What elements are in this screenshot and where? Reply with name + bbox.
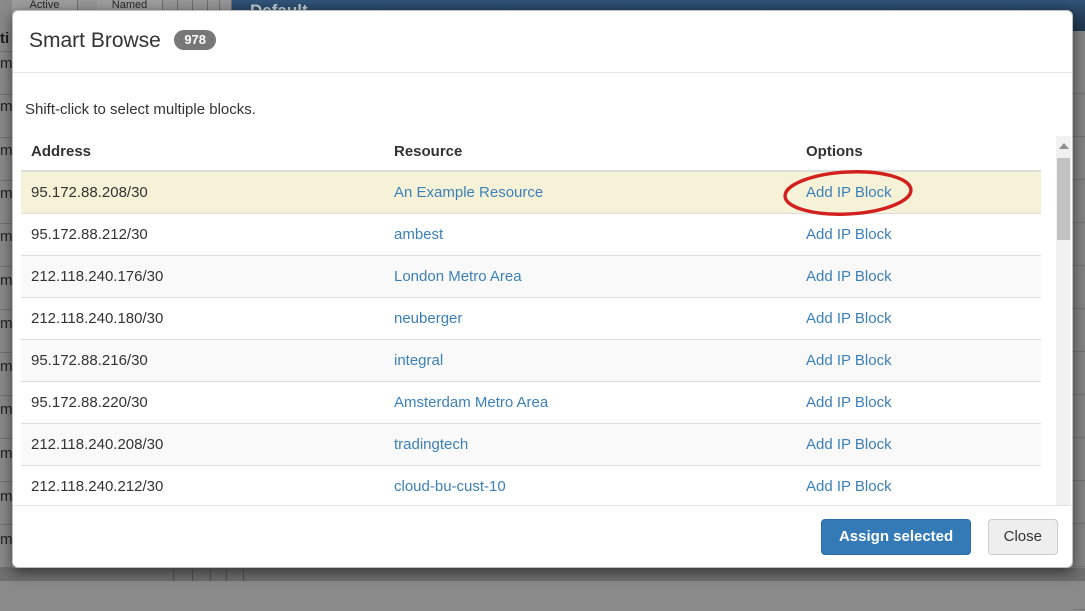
- resource-cell: integral: [384, 340, 796, 382]
- address-value: 95.172.88.212/30: [31, 226, 148, 243]
- address-value: 95.172.88.216/30: [31, 352, 148, 369]
- resource-link[interactable]: tradingtech: [394, 436, 468, 453]
- background-right-edge: [1073, 31, 1085, 581]
- address-cell: 95.172.88.212/30: [21, 214, 384, 256]
- background-text-fragment: m: [0, 445, 12, 462]
- options-cell: Add IP Block: [796, 466, 1041, 506]
- address-cell: 212.118.240.212/30: [21, 466, 384, 506]
- smart-browse-dialog: Smart Browse 978 Shift-click to select m…: [12, 10, 1073, 568]
- background-text-fragment: m: [0, 401, 12, 418]
- address-cell: 212.118.240.180/30: [21, 298, 384, 340]
- background-text-fragment: m: [0, 228, 12, 245]
- address-cell: 95.172.88.216/30: [21, 340, 384, 382]
- resource-link[interactable]: ambest: [394, 226, 443, 243]
- background-text-fragment: m: [0, 142, 12, 159]
- resource-cell: neuberger: [384, 298, 796, 340]
- resource-cell: Amsterdam Metro Area: [384, 382, 796, 424]
- table-row[interactable]: 95.172.88.212/30 ambest Add IP Block: [21, 214, 1041, 256]
- resource-cell: London Metro Area: [384, 256, 796, 298]
- background-text-fragment: ti: [0, 30, 9, 47]
- background-text-fragment: m: [0, 358, 12, 375]
- resource-cell: tradingtech: [384, 424, 796, 466]
- background-text-fragment: m: [0, 531, 12, 548]
- options-cell: Add IP Block: [796, 256, 1041, 298]
- options-cell: Add IP Block: [796, 298, 1041, 340]
- table-body: 95.172.88.208/30 An Example Resource Add…: [21, 171, 1041, 505]
- add-ip-block-link[interactable]: Add IP Block: [806, 268, 892, 285]
- address-cell: 212.118.240.208/30: [21, 424, 384, 466]
- table-row[interactable]: 212.118.240.212/30 cloud-bu-cust-10 Add …: [21, 466, 1041, 506]
- options-cell: Add IP Block: [796, 171, 1041, 214]
- table-row[interactable]: 212.118.240.176/30 London Metro Area Add…: [21, 256, 1041, 298]
- address-value: 95.172.88.208/30: [31, 184, 148, 201]
- options-cell: Add IP Block: [796, 340, 1041, 382]
- address-value: 212.118.240.212/30: [31, 478, 163, 495]
- table-row[interactable]: 95.172.88.208/30 An Example Resource Add…: [21, 171, 1041, 214]
- background-bottom-edge: [0, 568, 1085, 581]
- resource-link[interactable]: Amsterdam Metro Area: [394, 394, 548, 411]
- vertical-scrollbar[interactable]: [1056, 136, 1071, 505]
- background-text-fragment: m: [0, 315, 12, 332]
- dialog-header: Smart Browse 978: [13, 11, 1072, 73]
- close-button[interactable]: Close: [988, 519, 1058, 555]
- scroll-up-button[interactable]: [1056, 139, 1071, 154]
- address-cell: 95.172.88.208/30: [21, 171, 384, 214]
- options-cell: Add IP Block: [796, 382, 1041, 424]
- background-text-fragment: m: [0, 185, 12, 202]
- address-cell: 212.118.240.176/30: [21, 256, 384, 298]
- background-text-fragment: m: [0, 272, 12, 289]
- resource-cell: An Example Resource: [384, 171, 796, 214]
- address-value: 95.172.88.220/30: [31, 394, 148, 411]
- add-ip-block-link[interactable]: Add IP Block: [806, 352, 892, 369]
- dialog-footer: Assign selected Close: [13, 505, 1072, 567]
- address-value: 212.118.240.208/30: [31, 436, 163, 453]
- table-row[interactable]: 212.118.240.208/30 tradingtech Add IP Bl…: [21, 424, 1041, 466]
- table-row[interactable]: 212.118.240.180/30 neuberger Add IP Bloc…: [21, 298, 1041, 340]
- add-ip-block-link[interactable]: Add IP Block: [806, 184, 892, 201]
- add-ip-block-link[interactable]: Add IP Block: [806, 226, 892, 243]
- resource-cell: cloud-bu-cust-10: [384, 466, 796, 506]
- resource-link[interactable]: integral: [394, 352, 443, 369]
- options-cell: Add IP Block: [796, 424, 1041, 466]
- resource-link[interactable]: London Metro Area: [394, 268, 522, 285]
- background-left-edge: ti m m m m m m m m m m m m: [0, 0, 12, 581]
- resource-link[interactable]: neuberger: [394, 310, 462, 327]
- address-cell: 95.172.88.220/30: [21, 382, 384, 424]
- add-ip-block-link[interactable]: Add IP Block: [806, 310, 892, 327]
- help-text: Shift-click to select multiple blocks.: [25, 99, 1064, 120]
- add-ip-block-link[interactable]: Add IP Block: [806, 394, 892, 411]
- dialog-body: Shift-click to select multiple blocks. A…: [13, 73, 1072, 505]
- add-ip-block-link[interactable]: Add IP Block: [806, 478, 892, 495]
- address-value: 212.118.240.176/30: [31, 268, 163, 285]
- dialog-title: Smart Browse: [29, 29, 161, 53]
- resource-cell: ambest: [384, 214, 796, 256]
- background-text-fragment: m: [0, 488, 12, 505]
- assign-selected-button[interactable]: Assign selected: [821, 519, 971, 555]
- scrollbar-thumb[interactable]: [1057, 158, 1070, 240]
- address-value: 212.118.240.180/30: [31, 310, 163, 327]
- resource-link[interactable]: An Example Resource: [394, 184, 543, 201]
- add-ip-block-link[interactable]: Add IP Block: [806, 436, 892, 453]
- ip-blocks-table: Address Resource Options 95.172.88.208/3…: [21, 134, 1041, 505]
- resource-link[interactable]: cloud-bu-cust-10: [394, 478, 506, 495]
- column-header-address: Address: [21, 134, 384, 171]
- count-badge: 978: [174, 30, 216, 50]
- background-text-fragment: m: [0, 98, 12, 115]
- column-header-resource: Resource: [384, 134, 796, 171]
- scroll-up-icon: [1059, 143, 1069, 149]
- column-header-options: Options: [796, 134, 1041, 171]
- table-header-row: Address Resource Options: [21, 134, 1041, 171]
- table-row[interactable]: 95.172.88.216/30 integral Add IP Block: [21, 340, 1041, 382]
- background-text-fragment: m: [0, 55, 12, 72]
- table-row[interactable]: 95.172.88.220/30 Amsterdam Metro Area Ad…: [21, 382, 1041, 424]
- options-cell: Add IP Block: [796, 214, 1041, 256]
